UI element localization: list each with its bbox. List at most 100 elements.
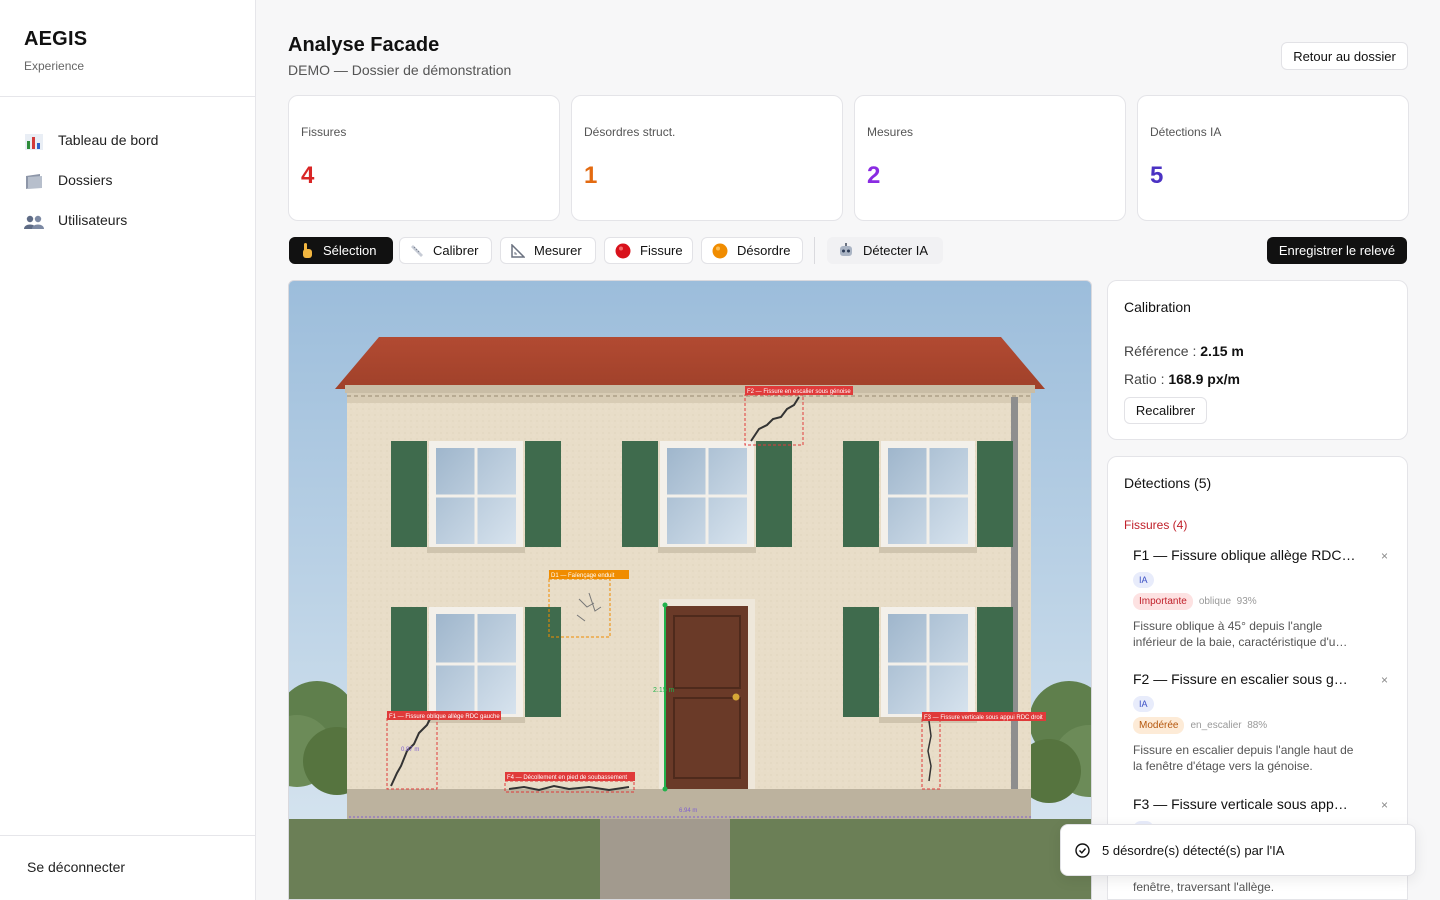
window-lower-right: [843, 607, 1013, 723]
app-subtitle: Experience: [24, 59, 85, 73]
facade-width-measure: 6.94 m: [679, 808, 697, 814]
detection-title: F3 — Fissure verticale sous app…: [1133, 796, 1348, 812]
detection-title: F1 — Fissure oblique allège RDC…: [1133, 547, 1356, 563]
tool-label: Fissure: [640, 243, 683, 258]
app-name: AEGIS: [24, 28, 88, 50]
ratio-label: Ratio :: [1124, 371, 1165, 387]
sidebar-bottom-divider: [0, 835, 255, 836]
window-lower-left: [391, 607, 561, 723]
front-door: [659, 599, 755, 789]
page-subtitle: DEMO — Dossier de démonstration: [288, 62, 512, 78]
severity-badge: Importante: [1133, 593, 1193, 610]
severity-badge: Modérée: [1133, 717, 1185, 734]
annotation-label-f1: F1 — Fissure oblique allège RDC gauche: [389, 714, 500, 720]
sidebar-item-label: Dossiers: [58, 172, 113, 188]
stat-card-fissures: Fissures 4: [288, 95, 560, 221]
detection-item[interactable]: F1 — Fissure oblique allège RDC… × IA Im…: [1133, 547, 1388, 650]
facade-canvas[interactable]: 2.15 m 6.94 m 0.87 m F1 — Fissure obliqu…: [288, 280, 1092, 900]
calibrate-tool-button[interactable]: Calibrer: [399, 237, 492, 264]
measure-tool-button[interactable]: Mesurer: [500, 237, 596, 264]
close-icon[interactable]: ×: [1381, 798, 1388, 812]
window-upper-left: [391, 441, 561, 553]
tool-label: Calibrer: [433, 243, 479, 258]
red-circle-icon: [615, 243, 631, 259]
sidebar-divider: [0, 96, 255, 97]
stat-label: Détections IA: [1150, 125, 1222, 139]
detections-group-fissures: Fissures (4): [1124, 518, 1188, 532]
detection-description-tail: fenêtre, traversant l'allège.: [1133, 880, 1275, 894]
close-icon[interactable]: ×: [1381, 549, 1388, 563]
sidebar-item-users[interactable]: Utilisateurs: [24, 200, 158, 240]
annotation-label-f3: F3 — Fissure verticale sous appui RDC dr…: [924, 715, 1043, 721]
reference-label: Référence :: [1124, 343, 1197, 359]
calibration-reference: Référence : 2.15 m: [1124, 343, 1244, 359]
stat-value: 4: [301, 162, 315, 189]
detect-ia-button[interactable]: Détecter IA: [827, 237, 943, 264]
tool-label: Désordre: [737, 243, 791, 258]
desordre-tool-button[interactable]: Désordre: [701, 237, 803, 264]
pointing-hand-icon: [300, 242, 314, 259]
toast-text: 5 désordre(s) détecté(s) par l'IA: [1102, 842, 1285, 858]
close-icon[interactable]: ×: [1381, 673, 1388, 687]
main-content: Analyse Facade DEMO — Dossier de démonst…: [256, 0, 1440, 900]
detection-title: F2 — Fissure en escalier sous g…: [1133, 671, 1348, 687]
calibration-card: Calibration Référence : 2.15 m Ratio : 1…: [1107, 280, 1408, 440]
stat-value: 2: [867, 162, 881, 189]
ruler-icon: [410, 244, 424, 258]
folder-icon: [24, 170, 44, 190]
stat-label: Mesures: [867, 125, 914, 139]
stat-value: 5: [1150, 162, 1164, 189]
robot-icon: [838, 243, 854, 258]
toast-notification: 5 désordre(s) détecté(s) par l'IA: [1060, 824, 1416, 876]
sidebar-item-label: Utilisateurs: [58, 212, 128, 228]
tool-label: Détecter IA: [863, 243, 929, 258]
sidebar-item-folders[interactable]: Dossiers: [24, 160, 158, 200]
detection-item[interactable]: F2 — Fissure en escalier sous g… × IA Mo…: [1133, 671, 1388, 774]
orange-circle-icon: [712, 243, 728, 259]
users-icon: [24, 210, 44, 230]
sidebar-item-label: Tableau de bord: [58, 132, 159, 148]
detection-description: Fissure en escalier depuis l'angle haut …: [1133, 743, 1354, 773]
stat-card-mesures: Mesures 2: [854, 95, 1126, 221]
sidebar-item-dashboard[interactable]: Tableau de bord: [24, 120, 158, 160]
selection-tool-button[interactable]: Sélection: [289, 237, 393, 264]
logout-link[interactable]: Se déconnecter: [27, 859, 125, 875]
detection-confidence: 93%: [1236, 596, 1257, 607]
ia-badge: IA: [1133, 572, 1154, 588]
stat-card-detections-ia: Détections IA 5: [1137, 95, 1409, 221]
annotation-label-d1: D1 — Faïençage enduit: [551, 573, 615, 579]
tool-label: Mesurer: [534, 243, 582, 258]
detection-type: en_escalier: [1190, 720, 1242, 731]
check-circle-icon: [1075, 842, 1090, 858]
annotation-label-f4: F4 — Décollement en pied de soubassement: [507, 775, 627, 781]
detection-type: oblique: [1198, 596, 1232, 607]
reference-value: 2.15 m: [1200, 343, 1244, 359]
page-title: Analyse Facade: [288, 34, 440, 56]
f1-length-measure: 0.87 m: [401, 747, 419, 753]
save-survey-button[interactable]: Enregistrer le relevé: [1267, 237, 1407, 264]
fissure-tool-button[interactable]: Fissure: [604, 237, 693, 264]
ia-badge: IA: [1133, 696, 1154, 712]
window-upper-right: [843, 441, 1013, 553]
calibration-title: Calibration: [1124, 299, 1191, 315]
triangle-ruler-icon: [511, 243, 525, 258]
annotation-label-f2: F2 — Fissure en escalier sous génoise: [747, 389, 851, 395]
tool-label: Sélection: [323, 243, 377, 258]
stat-card-desordres: Désordres struct. 1: [571, 95, 843, 221]
facade-image: 2.15 m 6.94 m 0.87 m F1 — Fissure obliqu…: [289, 281, 1091, 899]
detection-description: Fissure oblique à 45° depuis l'angle inf…: [1133, 619, 1348, 649]
stat-value: 1: [584, 162, 598, 189]
detections-title: Détections (5): [1124, 475, 1212, 491]
sidebar-nav: Tableau de bord Dossiers Utilisateurs: [24, 120, 158, 240]
door-height-measure: 2.15 m: [653, 687, 675, 694]
sidebar: AEGIS Experience Tableau de bord Dossier…: [0, 0, 256, 900]
calibration-ratio: Ratio : 168.9 px/m: [1124, 371, 1240, 387]
recalibrate-button[interactable]: Recalibrer: [1124, 397, 1207, 424]
back-to-folder-button[interactable]: Retour au dossier: [1281, 42, 1408, 70]
window-upper-center: [622, 441, 792, 553]
bar-chart-icon: [24, 130, 44, 150]
detection-confidence: 88%: [1247, 720, 1268, 731]
stat-label: Fissures: [301, 125, 347, 139]
toolbar-divider: [814, 237, 815, 264]
stat-label: Désordres struct.: [584, 125, 676, 139]
